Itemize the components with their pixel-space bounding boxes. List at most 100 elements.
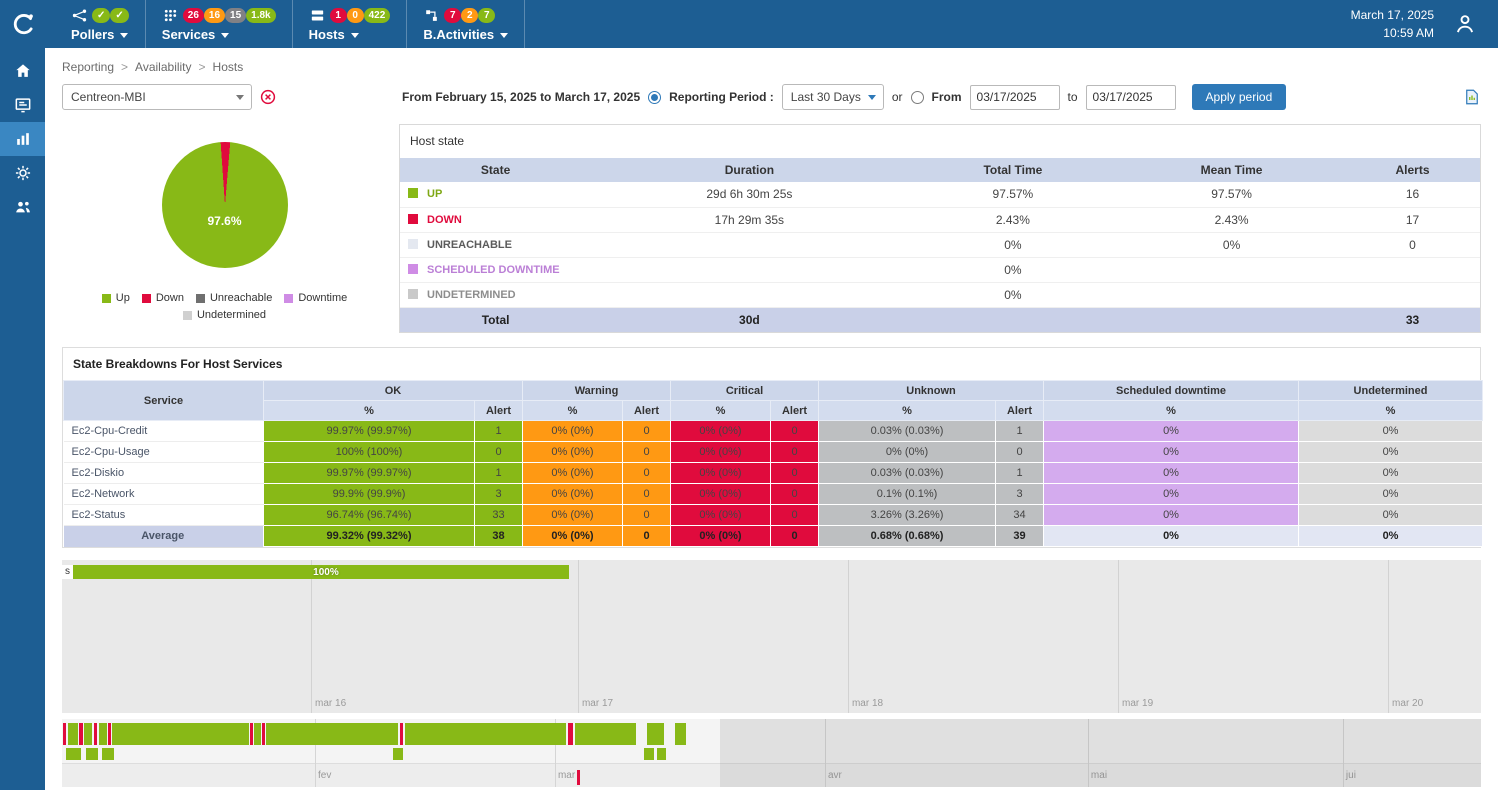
legend-swatch [102, 294, 111, 303]
total-duration: 30d [591, 307, 907, 332]
navigator-availability-segment [568, 723, 573, 745]
breakdown-value: 0% [1044, 442, 1299, 463]
timeline-main-chart[interactable]: mar 16mar 17mar 18mar 19mar 20100%s [62, 560, 1481, 713]
breadcrumb-item[interactable]: Hosts [213, 60, 244, 74]
timeline-day-label: mar 20 [1388, 698, 1423, 709]
service-breakdown-title: State Breakdowns For Host Services [63, 348, 1480, 380]
host-select[interactable]: Centreon-MBI [62, 84, 252, 110]
sidebar-item-home[interactable] [0, 54, 45, 88]
legend-item: Undetermined [183, 309, 266, 321]
export-report-button[interactable] [1463, 88, 1481, 106]
legend-swatch [284, 294, 293, 303]
sidebar-item-administration[interactable] [0, 190, 45, 224]
to-date-input[interactable] [1086, 85, 1176, 110]
timeline-gridline [848, 560, 849, 713]
state-label-cell: UNDETERMINED [400, 282, 591, 307]
breakdown-value: 1 [475, 463, 523, 484]
breakdown-value: 0% (0%) [671, 505, 771, 526]
status-badge: 1.8k [246, 8, 275, 23]
host-state-value: 0% [1118, 232, 1345, 257]
centreon-logo[interactable] [0, 0, 45, 48]
legend-item: Down [142, 292, 184, 304]
status-badge: 26 [183, 8, 204, 23]
apply-period-button[interactable]: Apply period [1192, 84, 1287, 110]
breakdown-value: 38 [475, 526, 523, 547]
custom-range-radio[interactable] [911, 91, 924, 104]
period-select[interactable]: Last 30 Days [782, 84, 884, 110]
chevron-down-icon [236, 95, 244, 100]
host-state-value: 17h 29m 35s [591, 207, 907, 232]
breakdown-value: 0% (0%) [523, 484, 623, 505]
legend-swatch [183, 311, 192, 320]
breadcrumb-item[interactable]: Availability [135, 60, 191, 74]
breakdown-value: 0% [1299, 421, 1483, 442]
breadcrumb-item[interactable]: Reporting [62, 60, 114, 74]
menu-hosts[interactable]: 10422 Hosts [293, 0, 408, 48]
breadcrumb-separator: > [199, 60, 206, 74]
menu-bactivities[interactable]: 727 B.Activities [407, 0, 525, 48]
status-badge: 0 [347, 8, 364, 23]
breakdown-value: 0.03% (0.03%) [819, 463, 996, 484]
status-badge: 2 [461, 8, 478, 23]
from-label: From [932, 90, 962, 104]
host-state-value: 29d 6h 30m 25s [591, 182, 907, 207]
breakdown-value: 0% [1044, 526, 1299, 547]
reporting-period-radio[interactable] [648, 91, 661, 104]
menu-services[interactable]: 2616151.8k Services [146, 0, 293, 48]
legend-swatch [142, 294, 151, 303]
navigator-month-label: mar [555, 770, 575, 781]
group-header-warning: Warning [523, 381, 671, 401]
subheader-unknown-alert: Alert [996, 401, 1044, 421]
export-report-icon [1463, 88, 1481, 106]
breakdown-value: 1 [996, 421, 1044, 442]
monitoring-icon [13, 95, 33, 115]
breakdown-value: 0 [996, 442, 1044, 463]
state-label-cell: DOWN [400, 207, 591, 232]
host-state-value [1345, 282, 1480, 307]
timeline-navigator[interactable]: fevmaravrmaijui [62, 719, 1481, 787]
column-header-alerts: Alerts [1345, 158, 1480, 182]
menu-pollers[interactable]: ✓✓ Pollers [55, 0, 146, 48]
service-name: Ec2-Network [64, 484, 264, 505]
sidebar-item-reporting[interactable] [0, 122, 45, 156]
breakdown-value: 0% (0%) [671, 526, 771, 547]
host-state-total-row: Total 30d 33 [400, 307, 1480, 332]
subheader-critical-alert: Alert [771, 401, 819, 421]
from-date-input[interactable] [970, 85, 1060, 110]
column-header-state: State [400, 158, 591, 182]
breakdown-value: 0% (0%) [671, 421, 771, 442]
breakdown-value: 96.74% (96.74%) [264, 505, 475, 526]
service-breakdown-section: State Breakdowns For Host Services Servi… [62, 347, 1481, 548]
total-label: Total [400, 307, 591, 332]
legend-label: Unreachable [210, 292, 272, 304]
navigator-availability-segment [108, 723, 111, 745]
state-color-swatch [408, 264, 418, 274]
sidebar-item-configuration[interactable] [0, 156, 45, 190]
hosts-icon [309, 7, 326, 24]
chevron-down-icon [120, 33, 128, 38]
user-menu-button[interactable] [1450, 9, 1480, 39]
status-badge: ✓ [92, 8, 110, 23]
breakdown-value: 34 [996, 505, 1044, 526]
clear-host-filter-button[interactable] [260, 89, 276, 105]
uptime-bar-edge-label: s [62, 565, 73, 579]
host-state-value: 0% [908, 282, 1119, 307]
host-state-row: UP29d 6h 30m 25s97.57%97.57%16 [400, 182, 1480, 207]
service-name: Ec2-Status [64, 505, 264, 526]
breakdown-value: 0 [771, 526, 819, 547]
breakdown-value: 0% [1044, 505, 1299, 526]
availability-timeline: mar 16mar 17mar 18mar 19mar 20100%s fev m… [62, 560, 1481, 787]
breakdown-value: 0% (0%) [671, 484, 771, 505]
state-color-swatch [408, 289, 418, 299]
sidebar-item-monitoring[interactable] [0, 88, 45, 122]
host-state-value: 17 [1345, 207, 1480, 232]
navigator-availability-segment [575, 723, 636, 745]
breakdown-value: 0 [771, 463, 819, 484]
breakdown-value: 0 [623, 526, 671, 547]
host-state-header-row: State Duration Total Time Mean Time Aler… [400, 158, 1480, 182]
legend-label: Up [116, 292, 130, 304]
navigator-month-label: fev [315, 770, 331, 781]
service-name: Ec2-Cpu-Usage [64, 442, 264, 463]
host-state-value: 0% [908, 232, 1119, 257]
breakdown-value: 0 [771, 421, 819, 442]
